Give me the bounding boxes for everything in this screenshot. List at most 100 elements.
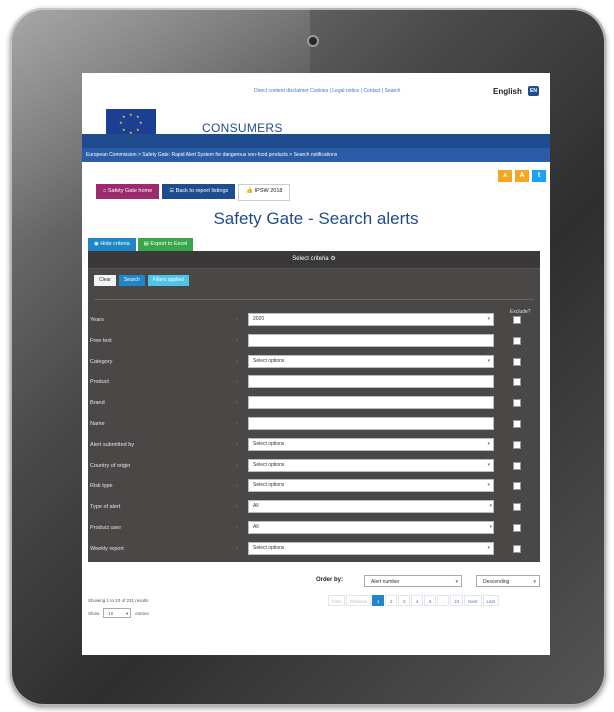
exclude-checkbox[interactable] [513,524,521,532]
criteria-label: Alert submitted by [90,441,135,448]
export-excel-tab[interactable]: ▤ Export to Excel [137,238,194,251]
order-direction-select[interactable]: Descending ▾ [476,575,540,587]
language-code-badge[interactable]: EN [528,86,539,96]
criteria-select[interactable]: Select options ▾ [248,458,494,472]
exclude-checkbox[interactable] [513,544,521,553]
thumbs-up-icon: 👍 [246,188,255,194]
chevron-right-icon: › [236,441,238,448]
ipsw-label: IPSW 2018 [254,188,283,194]
chevron-down-icon: ▾ [487,357,490,364]
exclude-checkbox[interactable] [513,461,521,470]
chevron-right-icon: › [236,400,238,407]
top-links[interactable]: Direct content disclaimer Cookies | Lega… [254,88,400,94]
breadcrumb[interactable]: European Commission > Safety Gate: Rapid… [82,148,550,162]
criteria-value: 2020 [253,316,265,322]
previous-page-button[interactable]: Previous [345,595,372,606]
criteria-input[interactable] [248,417,494,430]
entries-label: entries [135,610,149,616]
hide-criteria-tab[interactable]: ◉ Hide criteria [88,238,136,251]
gear-icon[interactable]: ⚙ [330,256,335,262]
exclude-checkbox[interactable] [513,316,521,324]
criteria-value: Select options [253,482,285,489]
chevron-down-icon: ▾ [487,316,490,322]
clear-button[interactable]: Clear [94,275,116,286]
exclude-checkbox[interactable] [513,399,521,408]
exclude-checkbox[interactable] [513,378,521,387]
criteria-input[interactable] [248,396,494,410]
exclude-checkbox[interactable] [513,336,521,345]
entries-select[interactable]: 10 ▾ [103,608,132,618]
criteria-input[interactable] [248,333,494,347]
criteria-value: Select options [253,544,285,551]
panel-header: Select criteria ⚙ [88,251,540,269]
chevron-down-icon: ▾ [489,503,492,510]
criteria-label: Name [90,421,105,427]
criteria-select[interactable]: Select options ▾ [248,541,494,555]
chevron-down-icon: ▾ [126,611,129,616]
page-button[interactable]: 4 [411,595,424,606]
tablet-screen: Direct content disclaimer Cookies | Lega… [82,73,550,655]
site-title: CONSUMERS [202,121,283,135]
exclude-checkbox[interactable] [513,357,521,366]
exclude-checkbox[interactable] [513,440,521,449]
criteria-row: Free text › [88,333,540,353]
criteria-select[interactable]: Select options ▾ [248,479,494,493]
safety-gate-home-button[interactable]: ⌂ Safety Gate home [96,184,160,199]
criteria-input[interactable] [248,375,494,389]
criteria-label: Product user [90,525,122,531]
criteria-label: Brand [90,400,105,407]
criteria-row: Brand › [88,395,540,415]
nav-tabs: ⌂ Safety Gate home ☰ Back to report list… [96,184,291,201]
page-button[interactable]: 24 [450,595,464,606]
chevron-down-icon: ▾ [487,482,490,489]
pagination: First Previous 1 2 3 4 5 ... 24 Next Las… [328,595,500,606]
accessibility-tools: A A t [498,170,546,182]
font-larger-button[interactable]: A [515,170,529,182]
criteria-select[interactable]: Select options ▾ [248,437,494,451]
criteria-row: Product user › All ▾ [88,520,540,540]
exclude-checkbox[interactable] [513,420,521,428]
criteria-row: Weekly report › Select options ▾ [88,541,540,561]
last-page-button[interactable]: Last [482,595,500,606]
exclude-checkbox[interactable] [513,482,521,491]
page-button[interactable]: 2 [385,595,398,606]
excel-label: Export to Excel [150,241,188,247]
criteria-label: Country of origin [90,462,131,469]
criteria-label: Product [90,379,109,386]
chevron-right-icon: › [236,483,238,490]
criteria-label: Years [90,317,104,323]
page-button[interactable]: 1 [372,595,385,606]
chevron-right-icon: › [236,545,238,552]
entries-value: 10 [108,611,114,616]
font-smaller-button[interactable]: A [498,170,512,182]
page-button[interactable]: 5 [424,595,437,606]
criteria-select[interactable]: All ▾ [248,500,494,514]
next-page-button[interactable]: Next [464,595,482,606]
chevron-right-icon: › [236,337,238,344]
language-selector[interactable]: English [493,87,522,96]
chevron-down-icon: ▾ [455,579,458,585]
first-page-button[interactable]: First [328,595,345,606]
chevron-right-icon: › [236,358,238,365]
page-button[interactable]: 3 [398,595,411,606]
exclude-checkbox[interactable] [513,503,521,512]
criteria-select[interactable]: Select options ▾ [248,354,494,368]
criteria-label: Free text [90,337,112,344]
chevron-down-icon: ▾ [487,440,490,447]
ipsw-button[interactable]: 👍 IPSW 2018 [238,184,291,201]
criteria-select[interactable]: 2020 ▾ [248,313,494,326]
entries-control: Show 10 ▾ entries [88,608,149,618]
back-to-listings-button[interactable]: ☰ Back to report listings [162,184,236,199]
criteria-row: Product › [88,374,540,394]
hide-label: Hide criteria [100,241,130,247]
criteria-label: Type of alert [90,504,121,511]
criteria-select[interactable]: All ▾ [248,521,494,534]
criteria-row: Years › 2020 ▾ [88,312,540,332]
criteria-row: Alert submitted by › Select options ▾ [88,437,540,457]
filters-applied-button[interactable]: Filters applied [147,275,189,286]
criteria-row: Type of alert › All ▾ [88,499,540,519]
order-by-select[interactable]: Alert number ▾ [364,575,462,587]
twitter-icon[interactable]: t [532,170,546,182]
search-button[interactable]: Search [118,275,145,286]
chevron-right-icon: › [236,379,238,386]
